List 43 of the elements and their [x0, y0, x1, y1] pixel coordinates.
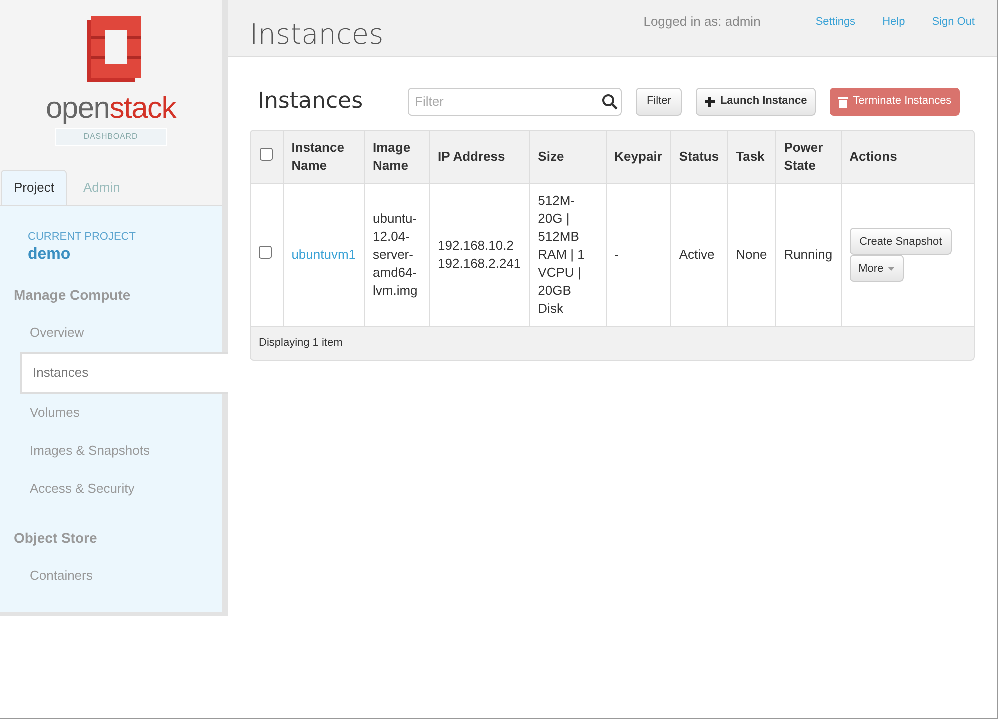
nav-item[interactable]: Volumes [0, 394, 222, 432]
current-project-name: demo [28, 244, 72, 265]
trash-icon [838, 96, 848, 108]
section-title: Instances [258, 88, 364, 116]
launch-instance-button[interactable]: Launch Instance [696, 88, 816, 116]
nav-item[interactable]: Access & Security [0, 470, 222, 508]
table-cell: 192.168.2.241 [438, 255, 522, 273]
filter-field[interactable]: Filter [408, 88, 622, 116]
nav-item[interactable]: Instances [20, 352, 228, 394]
search-icon [602, 94, 618, 110]
table-cell-text: 192.168.10.2 [438, 237, 515, 255]
row-checkbox[interactable] [259, 246, 272, 259]
filter-button[interactable]: Filter [636, 88, 682, 116]
create-snapshot-button[interactable]: Create Snapshot [850, 228, 952, 255]
logo-text: open [46, 94, 110, 124]
nav-item[interactable]: Images & Snapshots [0, 432, 222, 470]
table-cell: Active [670, 184, 728, 326]
page-title: Instances [250, 17, 384, 53]
more-button[interactable]: More [850, 255, 904, 282]
instance-name-link[interactable]: ubuntuvm1 [283, 184, 365, 326]
table-cell: - [606, 184, 671, 326]
row-checkbox[interactable] [260, 148, 274, 161]
header-link[interactable]: Help [882, 14, 906, 30]
current-project-label: CURRENT PROJECT [28, 231, 137, 245]
nav-item[interactable]: Containers [0, 556, 222, 595]
logged-in-text: Logged in as: admin [644, 13, 761, 31]
table-cell: Running [776, 184, 842, 326]
table-cell: ubuntu-12.04-server-amd64-lvm.img [364, 184, 430, 326]
nav-heading: Object Store [13, 528, 98, 548]
plus-icon [705, 96, 716, 106]
nav-item[interactable]: Overview [0, 314, 222, 352]
logo-subtitle: DASHBOARD [54, 128, 168, 146]
header-link[interactable]: Settings [816, 14, 856, 30]
nav-heading: Manage Compute [13, 286, 132, 305]
table-cell: None [728, 184, 776, 326]
caret-icon [888, 266, 895, 270]
sidebar-tab[interactable]: Admin [67, 170, 136, 205]
sidebar-tab[interactable]: Project [1, 170, 68, 205]
logo-text: stack [110, 94, 176, 124]
terminate-instances-button[interactable]: Terminate Instances [830, 88, 960, 116]
header-link[interactable]: Sign Out [932, 14, 975, 30]
table-cell: 512M-20G | 512MB RAM | 1 VCPU | 20GB Disk [530, 184, 606, 326]
table-footer-text: Displaying 1 item [251, 326, 974, 360]
